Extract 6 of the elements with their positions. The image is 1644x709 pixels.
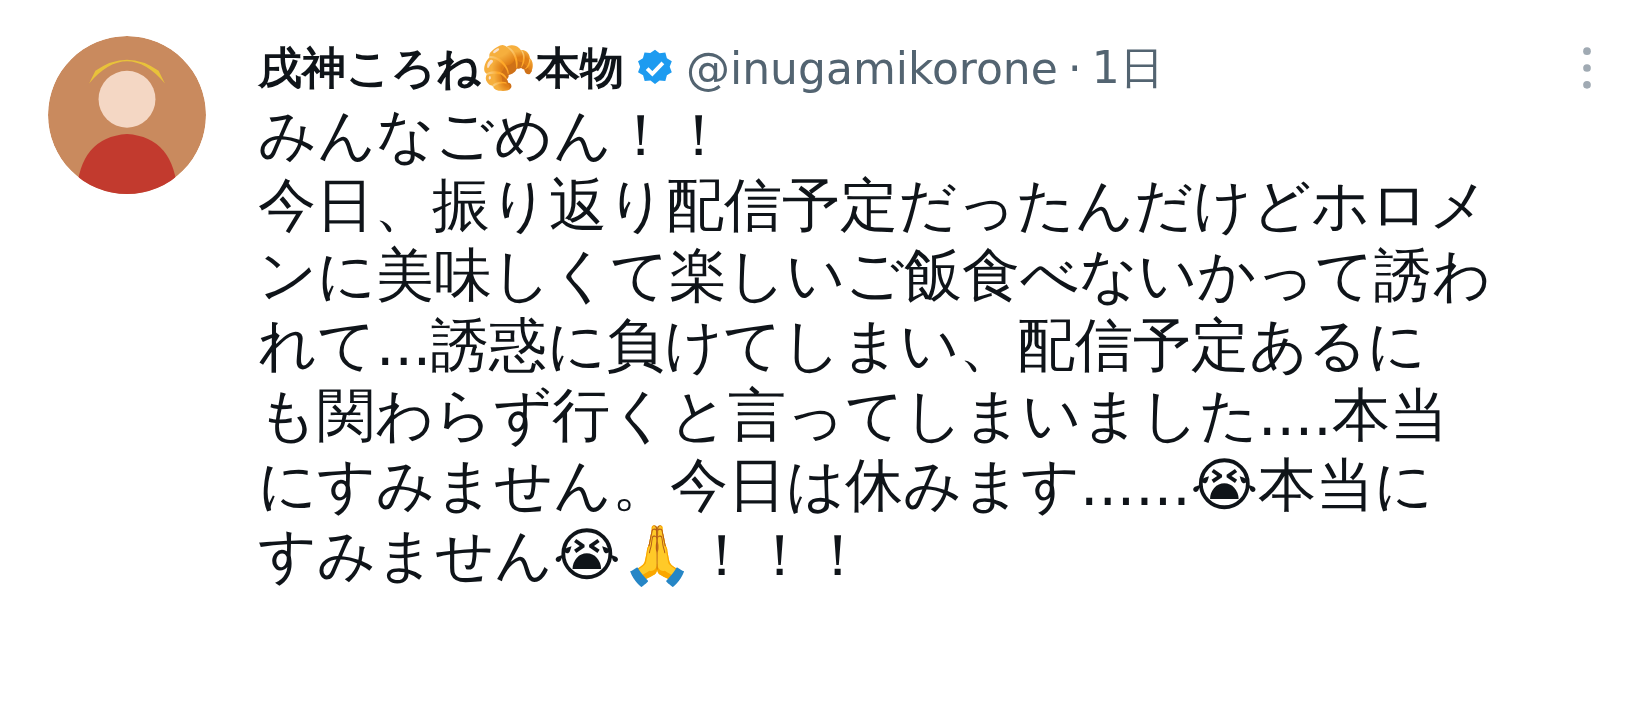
- author-name[interactable]: 戌神ころね🥐本物: [258, 38, 624, 98]
- post-text: みんなごめん！！ 今日、振り返り配信予定だったんだけどホロメ ンに美味しくて楽しいご飯食べないかって誘わ れて...誘惑に負けてしまい、配信予定あるに も関わらず行くと言ってしまいました....本当 にすみません。今日は休みます......😭本当に すみません😭🙏！！！: [258, 100, 1492, 590]
- post-time[interactable]: 1日: [1091, 38, 1164, 98]
- user-handle[interactable]: @inugamikorone: [686, 42, 1058, 94]
- avatar[interactable]: [48, 36, 206, 194]
- separator-dot: ·: [1067, 42, 1082, 94]
